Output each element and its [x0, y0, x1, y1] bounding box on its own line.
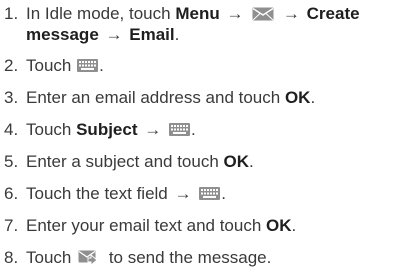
step-number: 4. — [4, 120, 19, 139]
step-4: 4. Touch Subject → . — [0, 119, 398, 140]
step-2: 2. Touch . — [0, 55, 398, 76]
step-number: 6. — [4, 184, 19, 203]
step-3: 3. Enter an email address and touch OK. — [0, 87, 398, 108]
step-number: 3. — [4, 88, 19, 107]
step-text-end: . — [291, 216, 297, 235]
step-number: 7. — [4, 216, 19, 235]
step-text: Touch the text field — [26, 184, 173, 203]
envelope-icon — [252, 7, 274, 21]
step-number: 2. — [4, 56, 19, 75]
step-number: 5. — [4, 152, 19, 171]
step-text-end: . — [310, 88, 316, 107]
arrow-icon: → — [174, 184, 192, 203]
arrow-icon: → — [226, 4, 244, 23]
step-number: 1. — [4, 4, 19, 23]
keyboard-icon — [168, 123, 190, 136]
arrow-icon: → — [282, 4, 300, 23]
arrow-icon: → — [105, 25, 123, 44]
step-text: Enter an email address and touch — [26, 88, 285, 107]
step-text-end: . — [99, 56, 104, 75]
step-text: Touch — [26, 248, 77, 267]
arrow-icon: → — [144, 120, 162, 139]
step-text: Touch — [26, 120, 77, 139]
ok-label: OK — [266, 216, 292, 235]
step-text: Touch — [26, 56, 77, 75]
step-text: In Idle mode, touch — [26, 4, 176, 23]
step-6: 6. Touch the text field → . — [0, 183, 398, 204]
step-text-end: . — [174, 25, 180, 44]
keyboard-icon — [199, 187, 221, 200]
step-text-end: . — [221, 184, 226, 203]
instruction-steps: 1. In Idle mode, touch Menu → → Create m… — [0, 3, 398, 279]
step-number: 8. — [4, 248, 19, 267]
step-text-end: . — [249, 152, 254, 171]
step-text-end: to send the message. — [104, 248, 272, 267]
subject-label: Subject — [76, 120, 138, 139]
send-message-icon — [78, 250, 98, 265]
keyboard-icon — [77, 59, 99, 72]
step-7: 7. Enter your email text and touch OK. — [0, 215, 398, 236]
ok-label: OK — [284, 88, 311, 107]
email-label: Email — [129, 25, 175, 44]
ok-label: OK — [223, 152, 250, 171]
step-5: 5. Enter a subject and touch OK. — [0, 151, 398, 172]
step-text: Enter your email text and touch — [26, 216, 267, 235]
step-1: 1. In Idle mode, touch Menu → → Create m… — [0, 3, 398, 45]
step-text: Enter a subject and touch — [26, 152, 224, 171]
step-text-end: . — [190, 120, 196, 139]
menu-label: Menu — [175, 4, 220, 23]
step-8: 8. Touch to send the message. — [0, 247, 398, 268]
